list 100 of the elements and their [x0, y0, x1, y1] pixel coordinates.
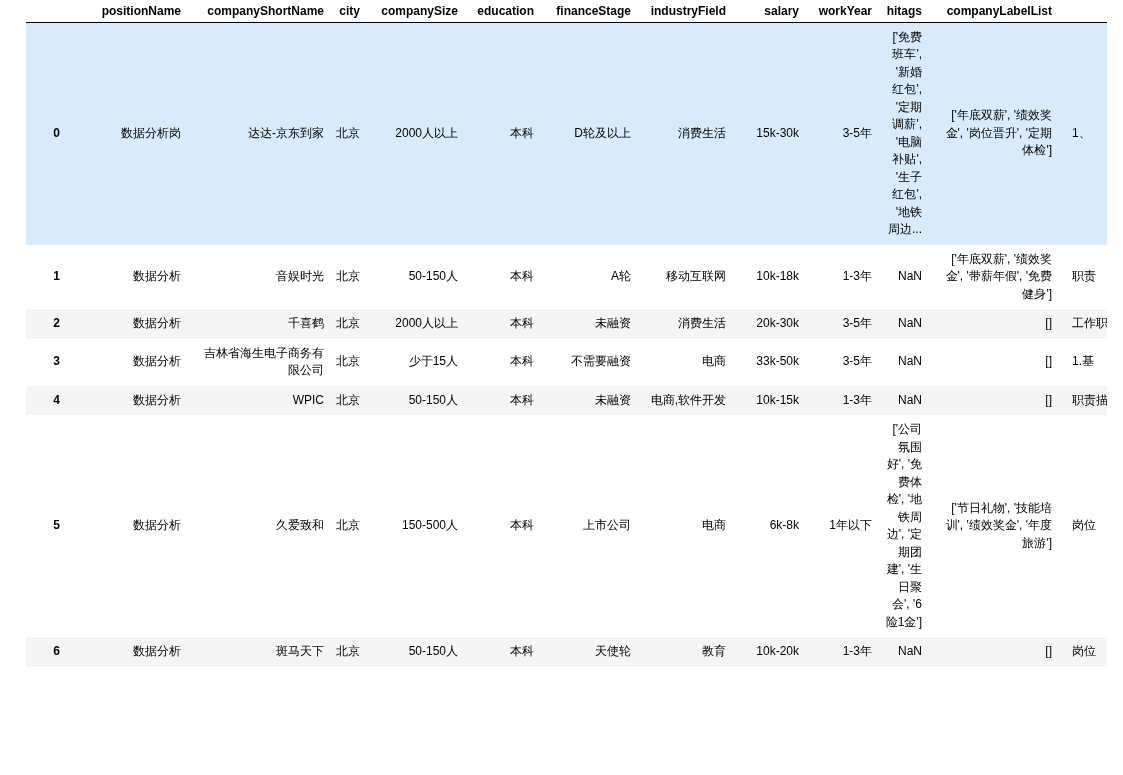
column-header: positionName — [101, 3, 181, 18]
table-cell: 本科 — [510, 518, 534, 533]
table-cell: 数据分析 — [133, 316, 181, 330]
column-header: hitags — [886, 3, 922, 18]
table-cell: 数据分析 — [133, 644, 181, 658]
table-cell: 1年以下 — [829, 518, 872, 533]
table-cell: 1-3年 — [842, 392, 872, 407]
table-cell: 2000人以上 — [395, 125, 458, 140]
table-cell: 33k-50k — [756, 354, 799, 369]
table-cell: 职责 — [1072, 269, 1096, 283]
column-header: industryField — [650, 3, 726, 18]
table-cell: 数据分析 — [133, 269, 181, 283]
table-cell: 北京 — [336, 644, 360, 658]
table-cell: 久爱致和 — [276, 518, 324, 533]
table-cell: NaN — [898, 392, 922, 407]
table-cell: 岗位 — [1072, 644, 1096, 658]
table-cell: D轮及以上 — [574, 125, 631, 140]
table-cell: NaN — [898, 354, 922, 369]
table-row[interactable]: 1 数据分析 音娱时光 北京 50-150人 本科 A轮 移动互联网 10k-18k 1-3年 NaN ['年底双薪', '绩效奖金', '带薪年假', '免费健身'] 职责 — [26, 244, 1107, 309]
table-cell: 10k-20k — [756, 644, 799, 658]
table-cell: 本科 — [510, 354, 534, 369]
table-cell: [] — [1045, 354, 1052, 369]
table-cell: 未融资 — [595, 316, 631, 330]
table-cell: 数据分析岗 — [121, 125, 181, 140]
table-cell: 消费生活 — [678, 316, 726, 330]
table-cell: ['公司氛围好', '免费体检', '地铁周边', '定期团建', '生日聚会', '6险1金'] — [885, 422, 922, 629]
table-cell: ['年底双薪', '绩效奖金', '岗位晋升', '定期体检'] — [945, 108, 1052, 158]
table-cell: 数据分析 — [133, 354, 181, 369]
table-cell: 音娱时光 — [276, 269, 324, 283]
column-header: companyLabelList — [946, 3, 1052, 18]
table-cell: ['节日礼物', '技能培训', '绩效奖金', '年度旅游'] — [945, 500, 1052, 550]
row-index: 0 — [53, 125, 60, 140]
table-cell: 职责描 — [1072, 392, 1107, 407]
column-header: companySize — [381, 3, 458, 18]
table-cell: 本科 — [510, 644, 534, 658]
table-cell: 数据分析 — [133, 392, 181, 407]
table-row[interactable]: 0 数据分析岗 达达-京东到家 北京 2000人以上 本科 D轮及以上 消费生活 15k-30k 3-5年 ['免费班车', '新婚红包', '定期调薪', '电脑补贴', '生子红包', '地铁周边... ['年底双薪', '绩效奖金', '岗位晋升', '定期体检'] 1、 — [26, 22, 1107, 245]
table-row[interactable]: 4 数据分析 WPIC 北京 50-150人 本科 未融资 电商,软件开发 10k-15k 1-3年 NaN [] 职责描 — [26, 385, 1107, 415]
column-header: companyShortName — [207, 3, 324, 18]
table-cell: 消费生活 — [678, 125, 726, 140]
table-cell: WPIC — [292, 392, 324, 407]
table-cell: 10k-15k — [756, 392, 799, 407]
table-cell: 不需要融资 — [571, 354, 631, 369]
table-cell: 教育 — [702, 644, 726, 658]
table-cell: ['年底双薪', '绩效奖金', '带薪年假', '免费健身'] — [945, 251, 1052, 301]
table-cell: 达达-京东到家 — [248, 125, 324, 140]
table-cell: 千喜鹤 — [288, 316, 324, 330]
table-cell: 20k-30k — [756, 316, 799, 330]
table-cell: 3-5年 — [842, 316, 872, 330]
table-cell: 吉林省海生电子商务有限公司 — [204, 345, 324, 377]
table-cell: 未融资 — [595, 392, 631, 407]
table-cell: 3-5年 — [842, 354, 872, 369]
table-cell: NaN — [898, 316, 922, 330]
table-cell: 本科 — [510, 316, 534, 330]
table-cell: 50-150人 — [408, 644, 458, 658]
column-header: education — [477, 3, 534, 18]
table-cell: 北京 — [336, 125, 360, 140]
column-header: workYear — [818, 3, 872, 18]
table-cell: 2000人以上 — [395, 316, 458, 330]
table-cell: 电商,软件开发 — [650, 392, 726, 407]
table-cell: 3-5年 — [842, 125, 872, 140]
row-index: 2 — [53, 316, 60, 330]
table-cell: 电商 — [702, 354, 726, 369]
table-cell: 岗位 — [1072, 518, 1096, 533]
row-index: 5 — [53, 518, 60, 533]
column-header: city — [339, 3, 360, 18]
table-cell: 北京 — [336, 354, 360, 369]
table-row[interactable]: 5 数据分析 久爱致和 北京 150-500人 本科 上市公司 电商 6k-8k 1年以下 ['公司氛围好', '免费体检', '地铁周边', '定期团建', '生日聚会', '6险1金'] ['节日礼物', '技能培训', '绩效奖金', '年度旅游'] 岗位 — [26, 415, 1107, 637]
table-cell: 15k-30k — [756, 125, 799, 140]
table-cell: NaN — [898, 644, 922, 658]
table-cell: 电商 — [702, 518, 726, 533]
table-cell: A轮 — [611, 269, 631, 283]
table-cell: 50-150人 — [408, 269, 458, 283]
table-cell: 少于15人 — [408, 354, 458, 369]
row-index: 3 — [53, 354, 60, 369]
table-cell: 数据分析 — [133, 518, 181, 533]
table-cell: 1、 — [1072, 125, 1091, 140]
table-cell: 天使轮 — [595, 644, 631, 658]
table-cell: [] — [1045, 644, 1052, 658]
table-cell: [] — [1045, 392, 1052, 407]
table-cell: 1-3年 — [842, 644, 872, 658]
table-cell: 本科 — [510, 269, 534, 283]
table-cell: 北京 — [336, 269, 360, 283]
table-cell: 北京 — [336, 518, 360, 533]
table-cell: NaN — [898, 269, 922, 283]
table-cell: 上市公司 — [583, 518, 631, 533]
table-cell: 本科 — [510, 125, 534, 140]
table-cell: 150-500人 — [401, 518, 458, 533]
table-cell: 移动互联网 — [666, 269, 726, 283]
table-cell: 本科 — [510, 392, 534, 407]
table-cell: 北京 — [336, 392, 360, 407]
table-cell: 6k-8k — [769, 518, 799, 533]
table-row[interactable]: 6 数据分析 斑马天下 北京 50-150人 本科 天使轮 教育 10k-20k 1-3年 NaN [] 岗位 — [26, 637, 1107, 667]
row-index: 4 — [53, 392, 60, 407]
column-header: salary — [764, 3, 799, 18]
table-cell: 斑马天下 — [276, 644, 324, 658]
table-cell: 10k-18k — [756, 269, 799, 283]
row-index: 6 — [53, 644, 60, 658]
table-cell: ['免费班车', '新婚红包', '定期调薪', '电脑补贴', '生子红包', '地铁周边... — [888, 29, 922, 236]
row-index: 1 — [53, 269, 60, 283]
